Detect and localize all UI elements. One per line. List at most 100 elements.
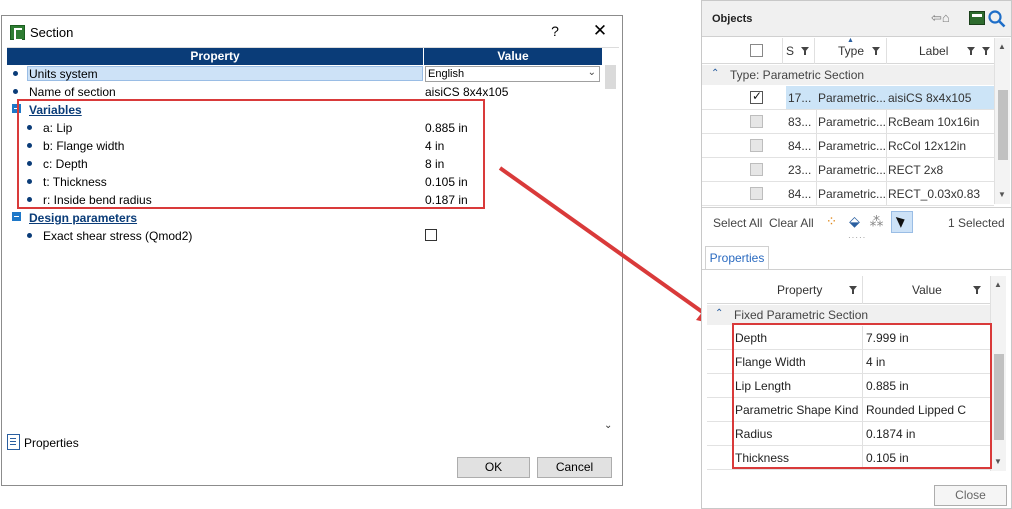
splitter-handle[interactable]: ····· (848, 233, 866, 242)
column-header-property[interactable]: Property (777, 283, 822, 297)
close-button[interactable]: Close (934, 485, 1007, 506)
objects-scrollbar[interactable]: ▲ ▼ (994, 38, 1010, 204)
tab-divider (702, 269, 1011, 270)
filter-icon[interactable] (967, 47, 975, 55)
design-parameters-group-label: Design parameters (29, 211, 138, 225)
annotation-arrow (498, 166, 722, 326)
units-system-value: English (428, 68, 465, 80)
sort-ascending-icon: ▲ (847, 37, 854, 44)
select-tool-icon[interactable] (969, 11, 985, 25)
bullet-icon (13, 71, 18, 76)
column-header-value[interactable]: Value (912, 283, 942, 297)
chevron-up-icon[interactable]: ⌃ (711, 68, 719, 79)
select-all-button[interactable]: Select All (713, 216, 762, 230)
select-group-icon[interactable]: ⁘ (823, 213, 840, 230)
column-header-label[interactable]: Label (919, 44, 948, 58)
row-id: 84... (788, 139, 812, 153)
column-header-value: Value (424, 48, 602, 65)
properties-bar: Properties (2, 431, 622, 455)
table-row[interactable]: 17...Parametric...aisiCS 8x4x105 (702, 86, 994, 110)
row-units-system[interactable]: Units system English ⌄ (7, 65, 603, 83)
units-system-select[interactable]: English ⌄ (425, 66, 600, 82)
row-label: aisiCS 8x4x105 (886, 86, 994, 109)
scroll-up-icon[interactable]: ▲ (994, 280, 1002, 289)
invert-selection-icon[interactable]: ⁂ (868, 213, 885, 230)
filter-icon[interactable] (973, 286, 981, 294)
properties-scrollbar[interactable]: ▲ ▼ (990, 276, 1006, 471)
select-similar-icon[interactable]: ⬙ (846, 213, 863, 230)
row-checkbox[interactable] (750, 187, 763, 200)
back-home-icon[interactable]: ⇦⌂ (931, 10, 957, 28)
column-header-type[interactable]: Type (838, 44, 864, 58)
row-id: 84... (788, 187, 812, 201)
units-system-label: Units system (29, 67, 98, 81)
filter-icon[interactable] (801, 47, 809, 55)
filter-icon[interactable] (982, 47, 990, 55)
app-icon (10, 25, 25, 41)
close-icon[interactable]: ✕ (591, 21, 609, 41)
table-row[interactable]: 84... Parametric... RcCol 12x12in (702, 134, 994, 158)
row-checkbox[interactable] (750, 163, 763, 176)
filter-icon[interactable] (849, 286, 857, 294)
properties-label[interactable]: Properties (24, 436, 79, 450)
objects-table: S ▲ Type Label ⌃ Type: Parametric Sectio… (702, 37, 1011, 206)
row-id: 23... (788, 163, 812, 177)
row-label: RECT_0.03x0.83 (888, 187, 981, 201)
cancel-button[interactable]: Cancel (537, 457, 612, 478)
row-type: Parametric... (818, 139, 886, 153)
table-row[interactable]: 83... Parametric... RcBeam 10x16in (702, 110, 994, 134)
column-header-s[interactable]: S (786, 44, 794, 58)
help-icon[interactable]: ? (547, 23, 563, 39)
chevron-down-icon: ⌄ (587, 67, 596, 78)
scroll-down-icon[interactable]: ▼ (994, 457, 1002, 466)
chevron-up-icon[interactable]: ⌃ (715, 308, 723, 319)
section-name-label: Name of section (29, 85, 116, 99)
objects-group-label: Type: Parametric Section (730, 68, 865, 82)
tab-properties[interactable]: Properties (705, 246, 769, 270)
scroll-down-icon[interactable]: ▼ (998, 190, 1006, 199)
properties-group-label: Fixed Parametric Section (734, 308, 869, 322)
row-checkbox[interactable] (750, 89, 763, 104)
selected-count: 1 Selected (948, 216, 1005, 230)
scroll-up-icon[interactable]: ▲ (998, 42, 1006, 51)
row-id: 17... (786, 86, 816, 109)
scrollbar-thumb[interactable] (994, 354, 1004, 440)
title-bar: Section ? ✕ (2, 16, 622, 48)
ok-button[interactable]: OK (457, 457, 530, 478)
row-type: Parametric... (818, 115, 886, 129)
collapse-icon[interactable] (12, 212, 21, 221)
exact-shear-stress-checkbox[interactable] (425, 229, 437, 241)
clear-all-button[interactable]: Clear All (769, 216, 814, 230)
scrollbar-thumb[interactable] (605, 65, 616, 89)
select-all-checkbox[interactable] (750, 44, 763, 57)
objects-title-bar: Objects ⇦⌂ (702, 1, 1011, 37)
table-row[interactable]: 84... Parametric... RECT_0.03x0.83 (702, 182, 994, 206)
properties-table-header: Property Value (707, 276, 990, 304)
objects-title: Objects (712, 13, 753, 25)
properties-highlight-box (732, 323, 992, 469)
bullet-icon (13, 89, 18, 94)
row-type: Parametric... (818, 187, 886, 201)
objects-group-row[interactable]: ⌃ Type: Parametric Section (702, 65, 994, 85)
properties-group-row[interactable]: ⌃ Fixed Parametric Section (707, 305, 990, 325)
section-name-value[interactable]: aisiCS 8x4x105 (425, 85, 508, 99)
scroll-down-icon[interactable]: ⌄ (604, 420, 612, 431)
objects-table-header: S ▲ Type Label (702, 37, 994, 64)
row-id: 83... (788, 115, 812, 129)
properties-icon[interactable] (7, 434, 20, 450)
filter-icon[interactable] (872, 47, 880, 55)
bullet-icon (27, 233, 32, 238)
objects-toolbar: Select All Clear All ⁘ ⬙ ⁂ 1 Selected (702, 207, 1011, 233)
objects-panel: Objects ⇦⌂ S ▲ Type Label ⌃ Type: Parame… (701, 0, 1012, 509)
exact-shear-stress-label: Exact shear stress (Qmod2) (43, 229, 193, 243)
row-label: RECT 2x8 (888, 163, 944, 177)
search-icon[interactable] (987, 9, 1007, 29)
row-label: RcCol 12x12in (888, 139, 967, 153)
row-checkbox[interactable] (750, 115, 763, 128)
row-checkbox[interactable] (750, 139, 763, 152)
table-row[interactable]: 23... Parametric... RECT 2x8 (702, 158, 994, 182)
pointer-icon[interactable] (891, 211, 913, 233)
arrow-shaft (498, 166, 710, 318)
row-type: Parametric... (816, 86, 886, 109)
scrollbar-thumb[interactable] (998, 90, 1008, 160)
